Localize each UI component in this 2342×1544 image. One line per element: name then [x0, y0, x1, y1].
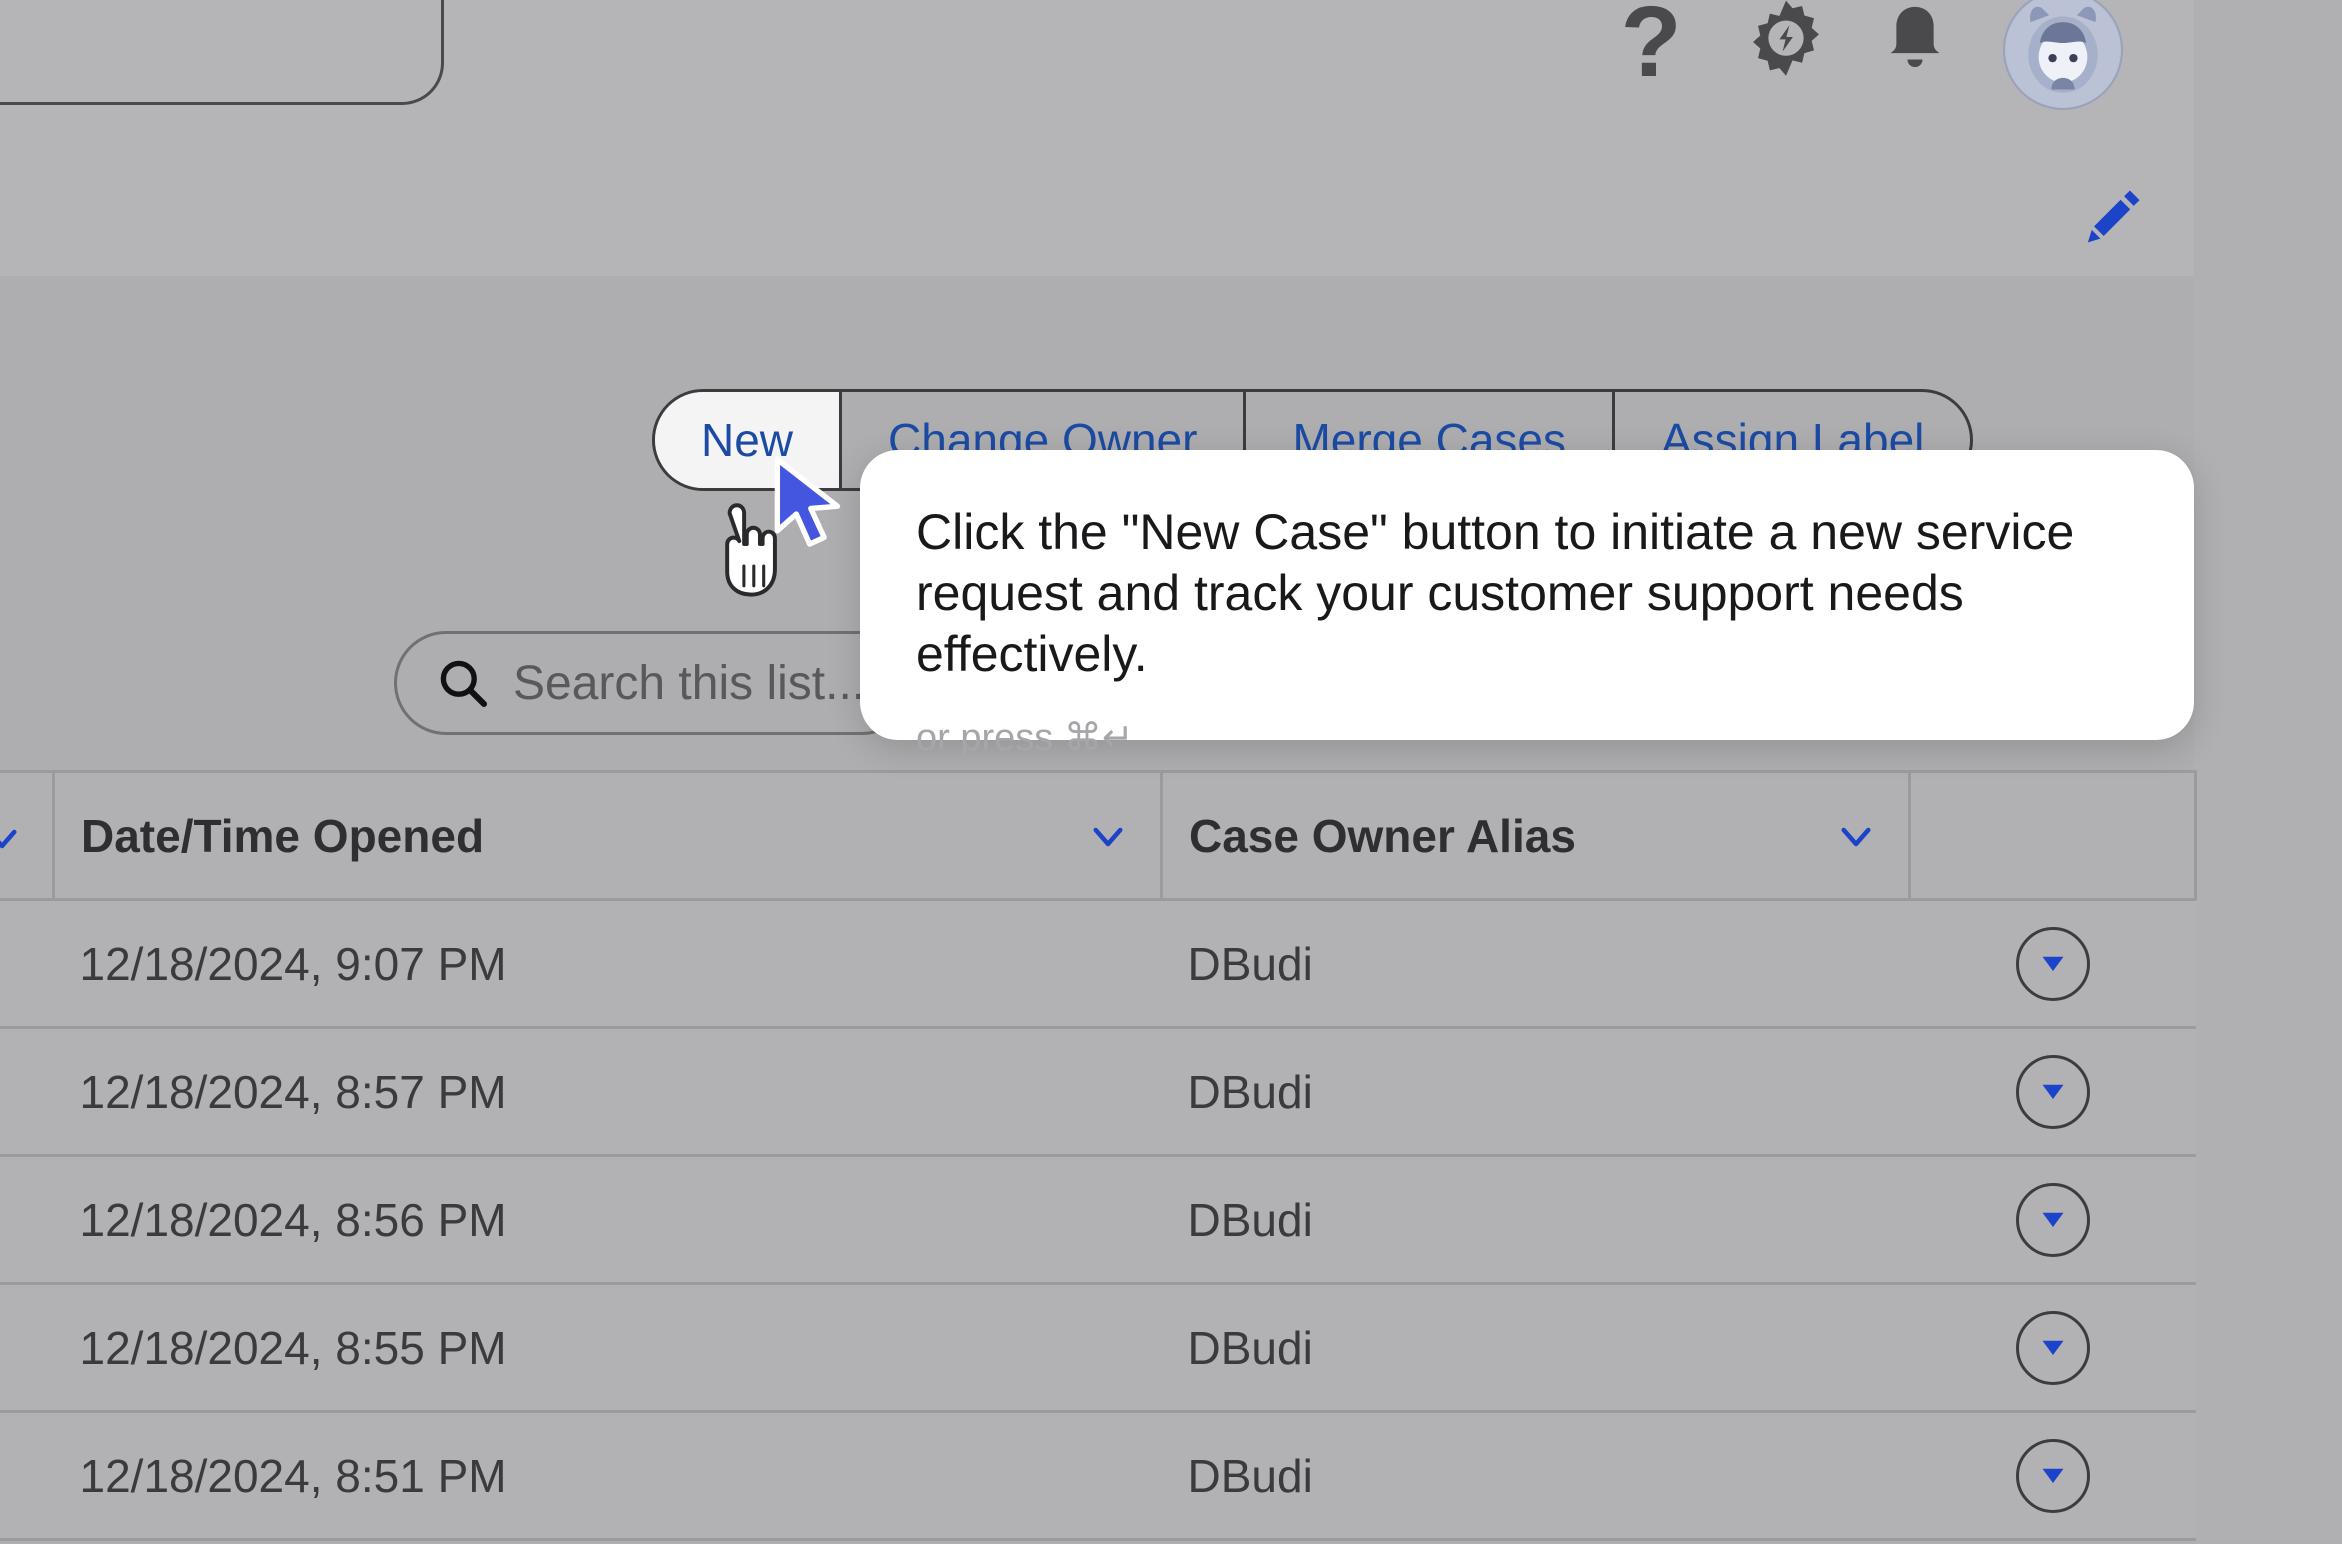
caret-down-icon	[2035, 944, 2071, 983]
row-actions-menu-button[interactable]	[2016, 1439, 2090, 1513]
new-case-button[interactable]: New	[655, 392, 842, 488]
caret-down-icon	[2035, 1456, 2071, 1495]
cell-row-actions	[1910, 900, 2196, 1028]
column-header-row-actions	[1910, 772, 2196, 900]
cell-date-time-opened: 12/18/2024, 9:07 PM	[54, 900, 1162, 1028]
cell-case-owner-alias: DBudi	[1162, 1412, 1910, 1540]
table-body: 12/18/2024, 9:07 PMDBudi12/18/2024, 8:57…	[0, 900, 2196, 1540]
table-row[interactable]: 12/18/2024, 8:55 PMDBudi	[0, 1284, 2196, 1412]
column-header-label: Case Owner Alias	[1189, 809, 1576, 863]
column-header-label: Date/Time Opened	[81, 809, 484, 863]
table-row[interactable]: 12/18/2024, 9:07 PMDBudi	[0, 900, 2196, 1028]
cell-date-time-opened: 12/18/2024, 8:51 PM	[54, 1412, 1162, 1540]
cell-date-time-opened: 12/18/2024, 8:55 PM	[54, 1284, 1162, 1412]
list-search-box[interactable]	[394, 631, 914, 735]
cell-row-actions	[1910, 1028, 2196, 1156]
caret-down-icon	[2035, 1072, 2071, 1111]
setup-gear-icon[interactable]	[1740, 0, 1832, 88]
case-list-table: Date/Time Opened Case Owner Alias	[0, 770, 2197, 1541]
coach-tooltip-shortcut-hint: or press ⌘↵	[916, 715, 2138, 760]
caret-down-icon	[2035, 1200, 2071, 1239]
row-actions-menu-button[interactable]	[2016, 1055, 2090, 1129]
row-select-cell[interactable]	[0, 1028, 54, 1156]
table-row[interactable]: 12/18/2024, 8:57 PMDBudi	[0, 1028, 2196, 1156]
row-select-cell[interactable]	[0, 900, 54, 1028]
cell-case-owner-alias: DBudi	[1162, 1156, 1910, 1284]
cell-case-owner-alias: DBudi	[1162, 1028, 1910, 1156]
cell-case-owner-alias: DBudi	[1162, 1284, 1910, 1412]
coach-tooltip: Click the "New Case" button to initiate …	[860, 450, 2194, 740]
cell-case-owner-alias: DBudi	[1162, 900, 1910, 1028]
cell-row-actions	[1910, 1156, 2196, 1284]
user-avatar[interactable]	[2003, 0, 2123, 110]
column-header-date-time-opened[interactable]: Date/Time Opened	[54, 772, 1162, 900]
help-icon[interactable]: ?	[1608, 0, 1694, 92]
row-actions-menu-button[interactable]	[2016, 1183, 2090, 1257]
row-actions-menu-button[interactable]	[2016, 927, 2090, 1001]
owner-column-chevron-down-icon[interactable]	[1830, 815, 1882, 857]
cell-date-time-opened: 12/18/2024, 8:57 PM	[54, 1028, 1162, 1156]
table-row[interactable]: 12/18/2024, 8:51 PMDBudi	[0, 1412, 2196, 1540]
global-header: ?	[0, 0, 2194, 276]
global-search-box[interactable]	[0, 0, 444, 105]
row-select-cell[interactable]	[0, 1412, 54, 1540]
table-row[interactable]: 12/18/2024, 8:56 PMDBudi	[0, 1156, 2196, 1284]
edit-pencil-icon[interactable]	[2078, 182, 2148, 252]
table-header: Date/Time Opened Case Owner Alias	[0, 772, 2196, 900]
row-select-cell[interactable]	[0, 1156, 54, 1284]
column-header-select[interactable]	[0, 772, 54, 900]
column-header-case-owner-alias[interactable]: Case Owner Alias	[1162, 772, 1910, 900]
row-select-cell[interactable]	[0, 1284, 54, 1412]
cell-row-actions	[1910, 1284, 2196, 1412]
coach-tooltip-text: Click the "New Case" button to initiate …	[916, 502, 2138, 685]
notifications-bell-icon[interactable]	[1872, 0, 1958, 88]
search-icon	[435, 655, 491, 711]
salesforce-case-list-screen: ?	[0, 0, 2342, 1544]
caret-down-icon	[2035, 1328, 2071, 1367]
row-actions-menu-button[interactable]	[2016, 1311, 2090, 1385]
date-column-chevron-down-icon[interactable]	[1082, 815, 1134, 857]
select-column-chevron-down-icon[interactable]	[0, 817, 28, 871]
table-header-row: Date/Time Opened Case Owner Alias	[0, 772, 2196, 900]
cell-row-actions	[1910, 1412, 2196, 1540]
cell-date-time-opened: 12/18/2024, 8:56 PM	[54, 1156, 1162, 1284]
